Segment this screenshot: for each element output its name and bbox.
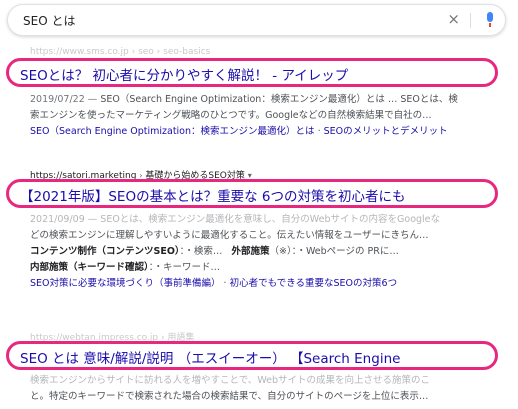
result-snippet: 検索エンジンからサイトに訪れる人を増やすことで、Webサイトの成果を向上させる施… [30,373,500,405]
result-title-link[interactable]: 【2021年版】SEOの基本とは？重要な 6つの対策を初心者にも [20,185,405,205]
microphone-icon[interactable] [487,12,493,27]
clear-icon[interactable]: × [447,10,460,28]
highlight-box: SEOとは？ 初心者に分かりやすく解説！ - アイレップ [6,58,498,87]
sitelink[interactable]: SEOのメリットとデメリット [324,126,448,137]
sitelink[interactable]: SEO対策に必要な環境づくり（事前準備編） [30,278,221,289]
sitelink[interactable]: 初心者でもできる重要なSEOの対策6つ [230,278,398,289]
snippet-line: と。特定のキーワードで検索された場合の検索結果で、自分のサイトのページを上位に表… [30,391,429,402]
search-input[interactable]: SEO とは [23,12,75,29]
highlight-box: 【2021年版】SEOの基本とは？重要な 6つの対策を初心者にも [6,179,498,208]
snippet-line: 2021/09/09 — SEOとは、検索エンジン最適化を意味し、自分のWebサ… [30,214,441,225]
sub-label[interactable]: 外部施策 [232,246,270,257]
sub-label[interactable]: コンテンツ制作（コンテンツSEO） [30,246,180,257]
result-date: 2019/07/22 — [30,94,98,105]
result-snippet: 2019/07/22 — SEO（Search Engine Optimizat… [30,92,500,140]
snippet-line: どの検索エンジンに理解しやすいように最適化すること。伝えたい情報をユーザーにきち… [30,230,429,241]
sub-text: ：・検索… [179,246,223,257]
snippet-line: SEO（Search Engine Optimization：検索エンジン最適化… [100,94,458,105]
search-divider [470,13,471,28]
result-title-link[interactable]: SEO とは 意味/解説/説明 （エスイーオー） 【Search Engine [20,347,400,367]
search-bar[interactable]: SEO とは × [7,4,506,36]
result-title-link[interactable]: SEOとは？ 初心者に分かりやすく解説！ - アイレップ [20,64,348,84]
sub-label[interactable]: 内部施策（キーワード確認） [30,262,149,273]
sub-text: ：・キーワード… [148,262,221,273]
search-result: https://www.sms.co.jp › seo › seo-basics [30,47,500,57]
result-snippet: 2021/09/09 — SEOとは、検索エンジン最適化を意味し、自分のWebサ… [30,212,500,292]
snippet-line: 索エンジンを使ったマーケティング戦略のひとつです。Googleなどの自然検索結果… [30,110,432,121]
result-url[interactable]: https://www.sms.co.jp › seo › seo-basics [30,47,500,57]
snippet-line: 検索エンジンからサイトに訪れる人を増やすことで、Webサイトの成果を向上させる施… [30,375,431,386]
sitelink[interactable]: SEO（Search Engine Optimization：検索エンジン最適化… [30,126,315,137]
sub-text: （※）：・Webページの PRに… [269,246,399,257]
highlight-box: SEO とは 意味/解説/説明 （エスイーオー） 【Search Engine [6,341,498,370]
